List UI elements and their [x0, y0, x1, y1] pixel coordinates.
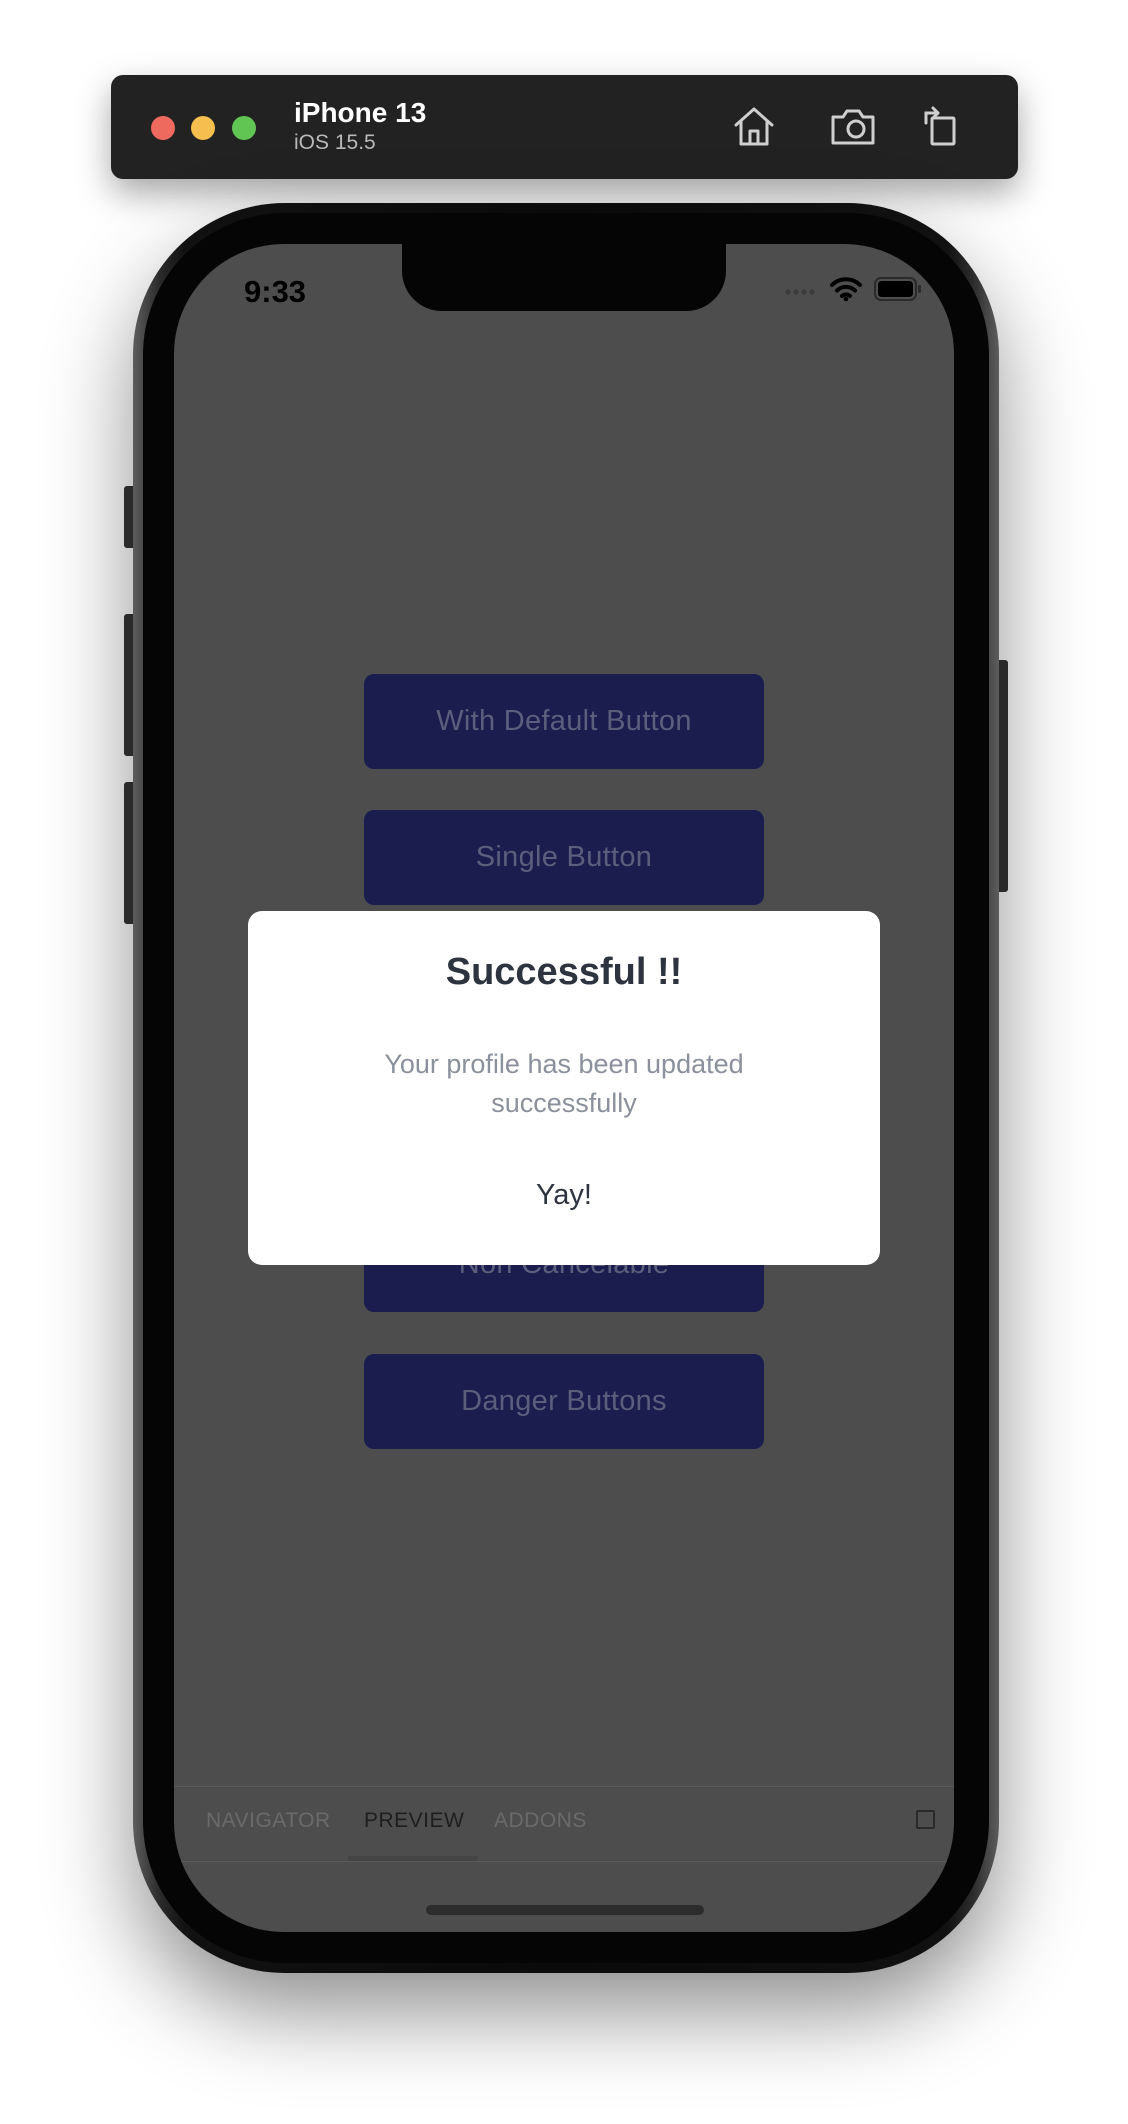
notch	[402, 244, 726, 311]
status-icons	[784, 276, 922, 307]
modal-title: Successful !!	[445, 951, 683, 993]
minimize-window-button[interactable]	[191, 116, 215, 140]
tab-navigator[interactable]: NAVIGATOR	[206, 1809, 331, 1833]
success-modal: Successful !! Your profile has been upda…	[248, 911, 880, 1265]
signal-icon	[784, 283, 818, 301]
tabs-top-divider	[174, 1786, 954, 1787]
screenshot-icon[interactable]	[829, 103, 877, 149]
zoom-window-button[interactable]	[232, 116, 256, 140]
modal-message: Your profile has been updated successful…	[384, 1049, 744, 1118]
tabs-bottom-divider	[174, 1861, 954, 1862]
home-indicator	[426, 1905, 704, 1915]
yay-button[interactable]: Yay!	[488, 1170, 640, 1220]
fullscreen-toggle-icon[interactable]	[916, 1810, 935, 1829]
danger-buttons-button[interactable]: Danger Buttons	[364, 1354, 764, 1449]
with-default-button[interactable]: With Default Button	[364, 674, 764, 769]
single-button[interactable]: Single Button	[364, 810, 764, 905]
close-window-button[interactable]	[151, 116, 175, 140]
battery-icon	[874, 277, 922, 306]
home-icon[interactable]	[731, 103, 777, 149]
tab-addons[interactable]: ADDONS	[494, 1809, 587, 1833]
device-name: iPhone 13	[294, 97, 427, 128]
phone-screen: 9:33 With Default Button Single Button D…	[174, 244, 954, 1932]
os-version: iOS 15.5	[294, 131, 376, 154]
wifi-icon	[830, 276, 862, 307]
tab-preview[interactable]: PREVIEW	[364, 1809, 464, 1833]
rotate-icon[interactable]	[920, 103, 962, 149]
status-time: 9:33	[244, 274, 307, 309]
